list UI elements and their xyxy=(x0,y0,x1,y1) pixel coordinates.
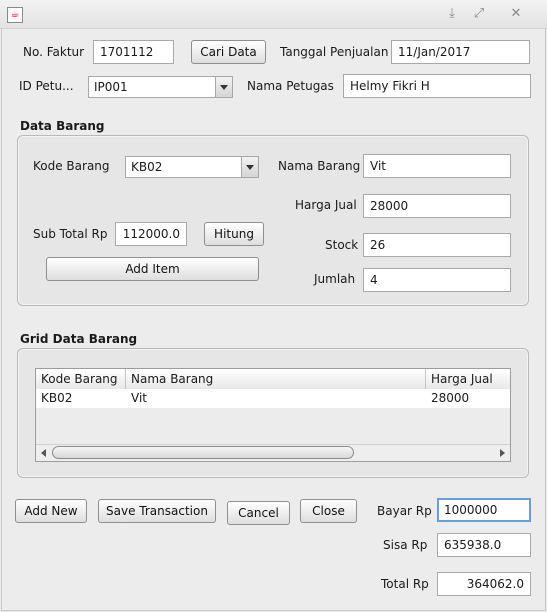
minimize-icon[interactable]: ⤓ xyxy=(443,5,461,23)
kode-barang-value: KB02 xyxy=(131,160,163,174)
sisa-field[interactable]: 635938.0 xyxy=(437,533,531,557)
kode-barang-label: Kode Barang xyxy=(33,159,110,173)
stock-label: Stock xyxy=(325,238,359,252)
id-petugas-label: ID Petu... xyxy=(19,79,74,93)
harga-jual-label: Harga Jual xyxy=(295,198,357,212)
id-petugas-select[interactable]: IP001 xyxy=(88,76,233,98)
save-transaction-button[interactable]: Save Transaction xyxy=(98,499,216,523)
tanggal-penjualan-field[interactable]: 11/Jan/2017 xyxy=(391,40,530,64)
horizontal-scrollbar[interactable] xyxy=(36,444,510,461)
cell-nama: Vit xyxy=(131,391,147,405)
add-new-button[interactable]: Add New xyxy=(15,499,87,523)
items-table[interactable]: Kode Barang Nama Barang Harga Jual KB02 … xyxy=(35,368,511,462)
column-header-nama[interactable]: Nama Barang xyxy=(126,369,426,389)
java-app-icon: ☕ xyxy=(7,7,23,23)
cari-data-button[interactable]: Cari Data xyxy=(191,40,266,64)
jumlah-label: Jumlah xyxy=(314,272,356,286)
nama-barang-label: Nama Barang xyxy=(278,159,361,173)
tanggal-penjualan-label: Tanggal Penjualan xyxy=(280,45,389,59)
nama-barang-field[interactable]: Vit xyxy=(363,154,511,178)
total-label: Total Rp xyxy=(381,577,429,591)
bayar-label: Bayar Rp xyxy=(377,504,432,518)
harga-jual-field[interactable]: 28000 xyxy=(363,194,511,218)
stock-field[interactable]: 26 xyxy=(363,233,511,257)
no-faktur-field[interactable]: 1701112 xyxy=(93,40,174,64)
no-faktur-label: No. Faktur xyxy=(23,45,85,59)
scrollbar-thumb[interactable] xyxy=(52,446,354,459)
sisa-label: Sisa Rp xyxy=(383,538,428,552)
sub-total-label: Sub Total Rp xyxy=(33,227,108,241)
grid-data-barang-title: Grid Data Barang xyxy=(20,332,138,346)
hitung-button[interactable]: Hitung xyxy=(204,222,264,246)
close-icon[interactable]: ✕ xyxy=(507,5,525,23)
total-field[interactable]: 364062.0 xyxy=(437,572,531,596)
kode-barang-select[interactable]: KB02 xyxy=(125,156,259,178)
add-item-button[interactable]: Add Item xyxy=(46,257,259,281)
nama-petugas-label: Nama Petugas xyxy=(247,79,334,93)
column-header-kode[interactable]: Kode Barang xyxy=(36,369,126,389)
title-bar: ☕ ⤓ ⤢ ✕ xyxy=(0,0,547,29)
maximize-icon[interactable]: ⤢ xyxy=(470,5,488,23)
data-barang-title: Data Barang xyxy=(20,119,105,133)
jumlah-field[interactable]: 4 xyxy=(363,268,511,292)
cancel-button[interactable]: Cancel xyxy=(227,501,290,525)
chevron-down-icon[interactable] xyxy=(241,157,258,177)
column-header-harga[interactable]: Harga Jual xyxy=(426,369,510,389)
cell-harga: 28000 xyxy=(431,391,470,405)
cell-kode: KB02 xyxy=(41,391,73,405)
scroll-left-icon[interactable] xyxy=(36,445,52,461)
scroll-right-icon[interactable] xyxy=(494,445,510,461)
chevron-down-icon[interactable] xyxy=(215,77,232,97)
table-header: Kode Barang Nama Barang Harga Jual xyxy=(36,369,510,390)
close-button[interactable]: Close xyxy=(300,499,357,523)
table-row[interactable]: KB02 Vit 28000 xyxy=(36,389,510,408)
nama-petugas-field[interactable]: Helmy Fikri H xyxy=(343,74,531,98)
sub-total-field[interactable]: 112000.0 xyxy=(115,222,187,246)
bayar-field[interactable]: 1000000 xyxy=(437,498,531,522)
id-petugas-value: IP001 xyxy=(94,80,128,94)
